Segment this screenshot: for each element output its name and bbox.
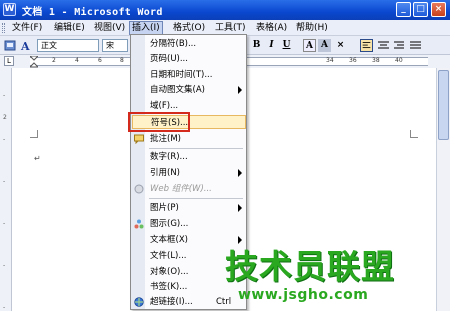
- menu-item-diagram[interactable]: 图示(G)...: [132, 217, 246, 231]
- char-border-button[interactable]: A: [303, 39, 316, 52]
- close-button[interactable]: ×: [431, 2, 446, 17]
- menu-format[interactable]: 格式(O): [171, 21, 207, 35]
- menu-item-comment[interactable]: 批注(M): [132, 132, 246, 146]
- styles-icon[interactable]: A: [20, 39, 33, 52]
- italic-button[interactable]: I: [265, 39, 278, 52]
- symbol-highlight-outline: [128, 112, 190, 132]
- ruler-number: 40: [395, 57, 403, 64]
- menu-item-hyperlink[interactable]: 超链接(I)... Ctrl: [132, 295, 246, 309]
- menu-item-label: 分隔符(B)...: [150, 39, 197, 49]
- ruler-number: 34: [326, 57, 334, 64]
- menu-item-label: 对象(O)...: [150, 267, 189, 277]
- vertical-ruler[interactable]: - 2 - - - - -: [0, 68, 12, 311]
- vertical-scrollbar[interactable]: [436, 68, 450, 311]
- menu-item-number[interactable]: 数字(R)...: [132, 150, 246, 164]
- align-right-icon[interactable]: [393, 39, 406, 52]
- char-shading-button[interactable]: A: [318, 39, 331, 52]
- menu-item-date-time[interactable]: 日期和时间(T)...: [132, 68, 246, 82]
- menu-table[interactable]: 表格(A): [254, 21, 289, 35]
- paragraph-mark: ↵: [34, 154, 41, 163]
- menu-item-label: 批注(M): [150, 134, 181, 144]
- menu-item-label: 书签(K)...: [150, 282, 188, 292]
- align-left-icon[interactable]: [360, 39, 373, 52]
- underline-button[interactable]: U: [280, 39, 293, 52]
- submenu-arrow-icon: [238, 204, 242, 212]
- tab-selector[interactable]: L: [4, 56, 14, 66]
- menu-file[interactable]: 文件(F): [10, 21, 44, 35]
- menu-item-label: 文本框(X): [150, 235, 188, 245]
- menu-item-picture[interactable]: 图片(P): [132, 201, 246, 215]
- word-icon: W: [3, 3, 16, 16]
- ruler-number: 38: [372, 57, 380, 64]
- menu-item-label: 超链接(I)...: [150, 297, 193, 307]
- menu-insert[interactable]: 插入(I): [129, 21, 163, 35]
- menu-help[interactable]: 帮助(H): [294, 21, 330, 35]
- ruler-number: 2: [52, 57, 56, 64]
- submenu-arrow-icon: [238, 169, 242, 177]
- bold-button[interactable]: B: [250, 39, 263, 52]
- menu-item-autotext[interactable]: 自动图文集(A): [132, 83, 246, 97]
- svg-text:A: A: [20, 40, 30, 52]
- minimize-button[interactable]: _: [396, 2, 411, 17]
- ruler-number: 4: [75, 57, 79, 64]
- font-select[interactable]: 宋: [102, 39, 128, 52]
- watermark-title: 技术员联盟: [225, 247, 395, 286]
- indent-marker-icon[interactable]: [30, 56, 38, 68]
- ruler-number: 6: [98, 57, 102, 64]
- crop-mark: [410, 130, 418, 138]
- menu-item-page-numbers[interactable]: 页码(U)...: [132, 52, 246, 66]
- menu-item-web-component: Web 组件(W)...: [132, 182, 246, 196]
- align-center-icon[interactable]: [377, 39, 390, 52]
- web-component-icon: [134, 184, 144, 194]
- menu-separator: [149, 198, 243, 199]
- menu-item-label: 引用(N): [150, 168, 180, 178]
- menu-separator: [149, 148, 243, 149]
- menu-item-field[interactable]: 域(F)...: [132, 99, 246, 113]
- menu-item-label: Web 组件(W)...: [150, 184, 212, 194]
- diagram-icon: [134, 219, 144, 229]
- submenu-arrow-icon: [238, 86, 242, 94]
- title-bar: W 文档 1 - Microsoft Word _ □ ×: [0, 0, 450, 20]
- justify-icon[interactable]: [409, 39, 422, 52]
- window-title: 文档 1 - Microsoft Word: [22, 7, 163, 18]
- toolbar-options-icon[interactable]: [4, 39, 17, 52]
- ruler-number: 36: [349, 57, 357, 64]
- scrollbar-thumb[interactable]: [438, 70, 449, 140]
- menu-item-label: 数字(R)...: [150, 152, 188, 162]
- menu-item-label: 图片(P): [150, 203, 179, 213]
- menu-edit[interactable]: 编辑(E): [52, 21, 87, 35]
- menu-item-label: 日期和时间(T)...: [150, 70, 213, 80]
- menu-item-label: 文件(L)...: [150, 251, 187, 261]
- menu-item-reference[interactable]: 引用(N): [132, 166, 246, 180]
- maximize-button[interactable]: □: [413, 2, 428, 17]
- menu-grip-icon[interactable]: [2, 23, 5, 33]
- char-scale-button[interactable]: ×: [334, 39, 347, 52]
- comment-icon: [134, 134, 144, 144]
- menu-item-label: 页码(U)...: [150, 54, 188, 64]
- menu-view[interactable]: 视图(V): [92, 21, 127, 35]
- menu-tools[interactable]: 工具(T): [213, 21, 248, 35]
- hyperlink-icon: [134, 297, 144, 307]
- menu-item-break[interactable]: 分隔符(B)...: [132, 37, 246, 51]
- ruler-number: 8: [120, 57, 124, 64]
- menu-item-label: 图示(G)...: [150, 219, 189, 229]
- menu-item-label: 域(F)...: [150, 101, 179, 111]
- menu-item-label: 自动图文集(A): [150, 85, 205, 95]
- crop-mark: [30, 130, 38, 138]
- shortcut-label: Ctrl: [216, 297, 232, 307]
- style-select[interactable]: 正文: [37, 39, 99, 52]
- watermark-url: www.jsgho.com: [238, 287, 369, 303]
